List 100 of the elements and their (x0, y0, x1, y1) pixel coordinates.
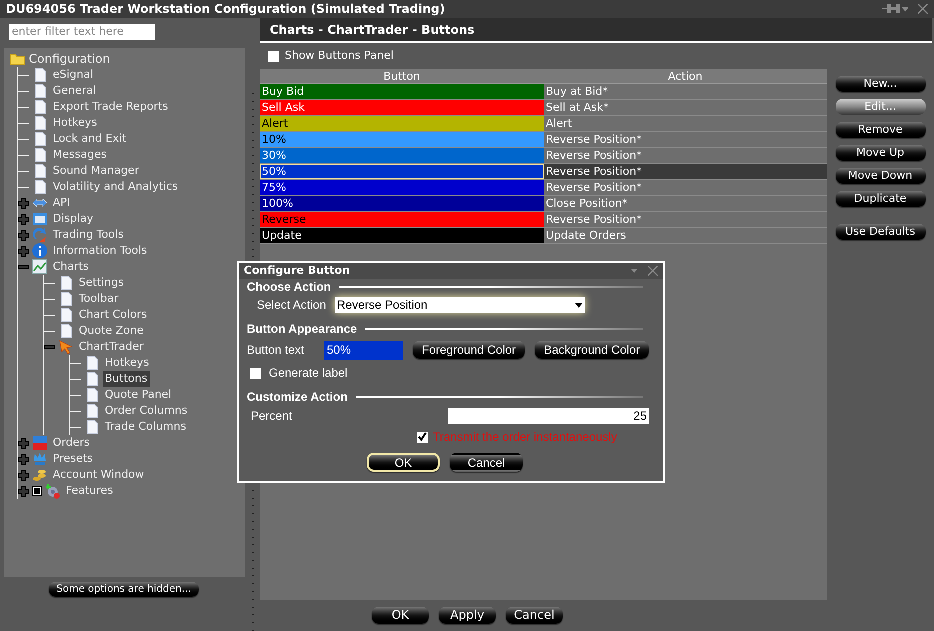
action-select[interactable]: Reverse Position (335, 297, 585, 313)
tree-item[interactable]: Sound Manager (51, 163, 142, 179)
table-row[interactable]: 10% Reverse Position* (260, 132, 827, 148)
tree-item[interactable]: Quote Zone (77, 323, 146, 339)
page-icon (86, 404, 98, 418)
filter-field[interactable]: enter filter text here (9, 24, 155, 40)
side-button[interactable]: New... (836, 76, 926, 92)
tree-item[interactable]: Orders (51, 435, 92, 451)
table-cell: 50% (260, 164, 544, 179)
side-button[interactable]: Move Up (836, 145, 926, 161)
page-icon (34, 180, 46, 194)
tree-item[interactable]: API (51, 195, 72, 211)
side-button[interactable]: Edit... (836, 99, 926, 115)
page-icon (86, 372, 98, 386)
pin-icon[interactable] (882, 4, 908, 14)
table-cell: Sell Ask (260, 100, 544, 115)
side-button[interactable]: Remove (836, 122, 926, 138)
field-label: Button text (247, 342, 306, 359)
checkbox-label: Generate label (269, 365, 348, 382)
footer-button[interactable]: Cancel (506, 607, 563, 624)
tree-item[interactable]: Chart Colors (77, 307, 150, 323)
hidden-options-button[interactable]: Some options are hidden... (49, 582, 199, 597)
tree-item[interactable]: ChartTrader (77, 339, 146, 355)
side-button[interactable]: Move Down (836, 168, 926, 184)
table-row[interactable]: Update Update Orders (260, 228, 827, 244)
table-cell-text: Reverse Position* (545, 180, 644, 195)
tree-item[interactable]: Lock and Exit (51, 131, 129, 147)
tree-item[interactable]: Trading Tools (51, 227, 126, 243)
page-icon (60, 292, 72, 306)
table-row[interactable]: Sell Ask Sell at Ask* (260, 100, 827, 116)
table-row[interactable]: 100% Close Position* (260, 196, 827, 212)
tree-item[interactable]: Features (64, 483, 116, 499)
tree-item[interactable]: Order Columns (103, 403, 190, 419)
table-row[interactable]: Buy Bid Buy at Bid* (260, 84, 827, 100)
checkbox[interactable] (250, 368, 261, 378)
button-text-field[interactable]: 50% (324, 340, 403, 360)
page-icon (34, 84, 46, 98)
tree-item[interactable]: Account Window (51, 467, 146, 483)
table-row[interactable]: 50% Reverse Position* (260, 164, 827, 180)
tree-item[interactable]: Display (51, 211, 96, 227)
tree-item[interactable]: Settings (77, 275, 126, 291)
tree-item[interactable]: Hotkeys (51, 115, 100, 131)
dropdown-icon[interactable] (631, 269, 638, 273)
table-cell: Alert (260, 116, 544, 131)
tree-item[interactable]: Hotkeys (103, 355, 152, 371)
footer-button[interactable]: OK (372, 607, 429, 624)
color-button[interactable]: Foreground Color (413, 341, 526, 359)
table-cell-text: Reverse Position* (545, 212, 644, 227)
tree-item[interactable]: Quote Panel (103, 387, 174, 403)
expand-icon[interactable] (18, 214, 29, 224)
expand-icon[interactable] (18, 454, 29, 464)
table-row[interactable]: Alert Alert (260, 116, 827, 132)
tree-item[interactable]: Volatility and Analytics (51, 179, 180, 195)
crown-icon (32, 451, 48, 467)
checkbox[interactable] (268, 50, 279, 62)
monitor-icon (32, 211, 48, 227)
dialog-button[interactable]: Cancel (450, 453, 523, 472)
tree-item[interactable]: Presets (51, 451, 96, 467)
field-label: Select Action (257, 297, 328, 314)
page-icon (86, 356, 98, 370)
tree-item[interactable]: General (51, 83, 98, 99)
page-icon (86, 388, 98, 402)
tree-item[interactable]: Trade Columns (103, 419, 188, 435)
table-row[interactable]: 75% Reverse Position* (260, 180, 827, 196)
tree-item[interactable]: Charts (51, 259, 91, 275)
tree-root[interactable]: Configuration (29, 51, 110, 67)
table-row[interactable]: Reverse Reverse Position* (260, 212, 827, 228)
table-cell: Update (260, 228, 544, 243)
expand-icon[interactable] (18, 246, 29, 256)
close-icon[interactable] (648, 266, 658, 276)
percent-field[interactable]: 25 (448, 408, 649, 424)
tree-item[interactable]: Information Tools (51, 243, 150, 259)
page-icon (86, 420, 98, 434)
close-icon[interactable] (918, 4, 928, 14)
caret-icon (575, 302, 583, 308)
checkbox-label: Transmit the order instantaneously (433, 429, 618, 446)
tree-item[interactable]: Buttons (103, 371, 150, 387)
color-button[interactable]: Background Color (535, 341, 650, 359)
expand-icon[interactable] (18, 438, 29, 448)
dialog-button[interactable]: OK (367, 453, 440, 472)
field-label: Percent (251, 408, 294, 425)
info-icon (32, 243, 48, 259)
tree-item[interactable]: Export Trade Reports (51, 99, 170, 115)
checkbox[interactable] (32, 486, 42, 496)
footer-button[interactable]: Apply (439, 607, 496, 624)
expand-icon[interactable] (18, 198, 29, 208)
section-heading: Customize Action (247, 389, 348, 406)
expand-icon[interactable] (18, 486, 29, 496)
expand-icon[interactable] (18, 230, 29, 240)
tree-item[interactable]: Toolbar (77, 291, 121, 307)
panel-title: Charts - ChartTrader - Buttons (270, 22, 475, 38)
side-button[interactable]: Duplicate (836, 191, 926, 207)
side-button[interactable]: Use Defaults (836, 224, 926, 240)
page-icon (60, 324, 72, 338)
table-cell: 75% (260, 180, 544, 195)
tree-item[interactable]: Messages (51, 147, 109, 163)
tree-item[interactable]: eSignal (51, 67, 96, 83)
checkbox[interactable] (417, 432, 428, 442)
dialog-title: Configure Button (244, 262, 350, 279)
expand-icon[interactable] (18, 470, 29, 480)
